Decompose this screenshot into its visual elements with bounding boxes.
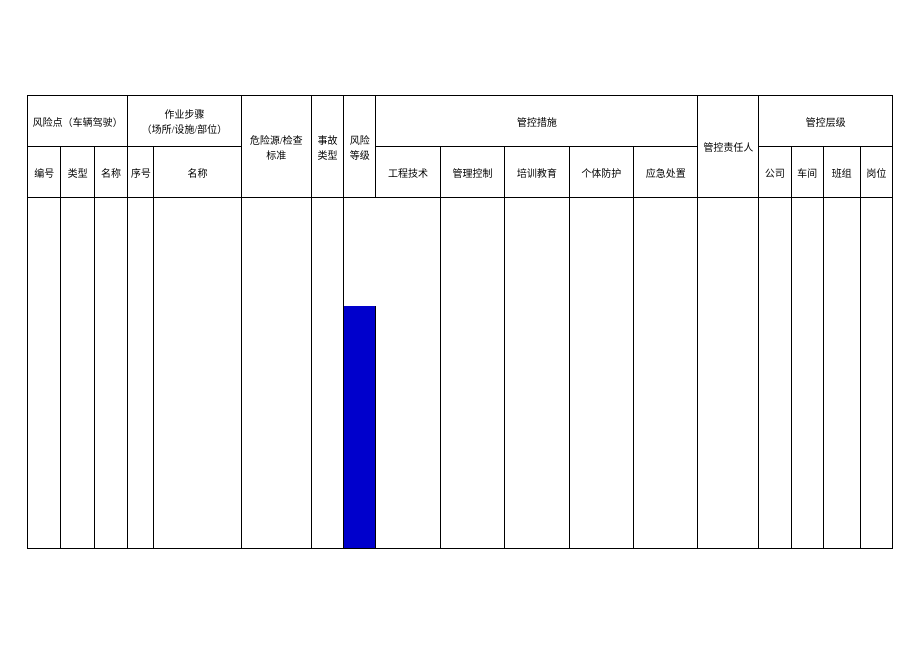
col-operation-step-name: 名称 [154, 147, 241, 198]
col-control-measure-engineering: 工程技术 [376, 147, 440, 198]
col-accident-type: 事故 类型 [311, 96, 343, 198]
table-header: 风险点（车辆驾驶） 作业步骤 （场所/设施/部位） 危险源/检查 标准 事故 类… [28, 96, 893, 198]
col-operation-step-seq: 序号 [128, 147, 154, 198]
cell-control-level-company [759, 198, 791, 549]
cell-control-level-post [860, 198, 892, 549]
cell-control-measure-ppe [569, 198, 633, 549]
table-row [28, 198, 893, 549]
cell-control-measure-engineering [376, 198, 440, 549]
cell-risk-point-type [61, 198, 94, 549]
cell-operation-step-name [154, 198, 241, 549]
cell-accident-type [311, 198, 343, 549]
col-control-level-workshop: 车间 [791, 147, 823, 198]
risk-control-table: 风险点（车辆驾驶） 作业步骤 （场所/设施/部位） 危险源/检查 标准 事故 类… [27, 95, 893, 549]
col-control-measure-management: 管理控制 [440, 147, 504, 198]
col-operation-step-group: 作业步骤 （场所/设施/部位） [128, 96, 241, 147]
col-control-measure-training: 培训教育 [505, 147, 569, 198]
page-container: 风险点（车辆驾驶） 作业步骤 （场所/设施/部位） 危险源/检查 标准 事故 类… [0, 0, 920, 651]
col-risk-point-number: 编号 [28, 147, 61, 198]
cell-control-level-team [823, 198, 860, 549]
cell-risk-point-name [94, 198, 127, 549]
col-control-level-post: 岗位 [860, 147, 892, 198]
col-control-level-team: 班组 [823, 147, 860, 198]
col-control-measure-emergency: 应急处置 [634, 147, 698, 198]
table-body [28, 198, 893, 549]
col-risk-level: 风险 等级 [344, 96, 376, 198]
col-control-measure-group: 管控措施 [376, 96, 698, 147]
col-control-responsible: 管控责任人 [698, 96, 759, 198]
cell-risk-point-number [28, 198, 61, 549]
cell-operation-step-seq [128, 198, 154, 549]
cell-control-level-workshop [791, 198, 823, 549]
header-row-2: 编号 类型 名称 序号 名称 工程技术 管理控制 培训教育 个体防护 应急处置 … [28, 147, 893, 198]
col-risk-point-type: 类型 [61, 147, 94, 198]
col-control-measure-ppe: 个体防护 [569, 147, 633, 198]
header-row-1: 风险点（车辆驾驶） 作业步骤 （场所/设施/部位） 危险源/检查 标准 事故 类… [28, 96, 893, 147]
cell-control-measure-emergency [634, 198, 698, 549]
cell-hazard-standard [241, 198, 311, 549]
col-control-level-group: 管控层级 [759, 96, 893, 147]
cell-control-responsible [698, 198, 759, 549]
col-risk-point-group: 风险点（车辆驾驶） [28, 96, 128, 147]
cell-control-measure-management [440, 198, 504, 549]
col-risk-point-name: 名称 [94, 147, 127, 198]
cell-control-measure-training [505, 198, 569, 549]
col-control-level-company: 公司 [759, 147, 791, 198]
col-hazard-standard: 危险源/检查 标准 [241, 96, 311, 198]
